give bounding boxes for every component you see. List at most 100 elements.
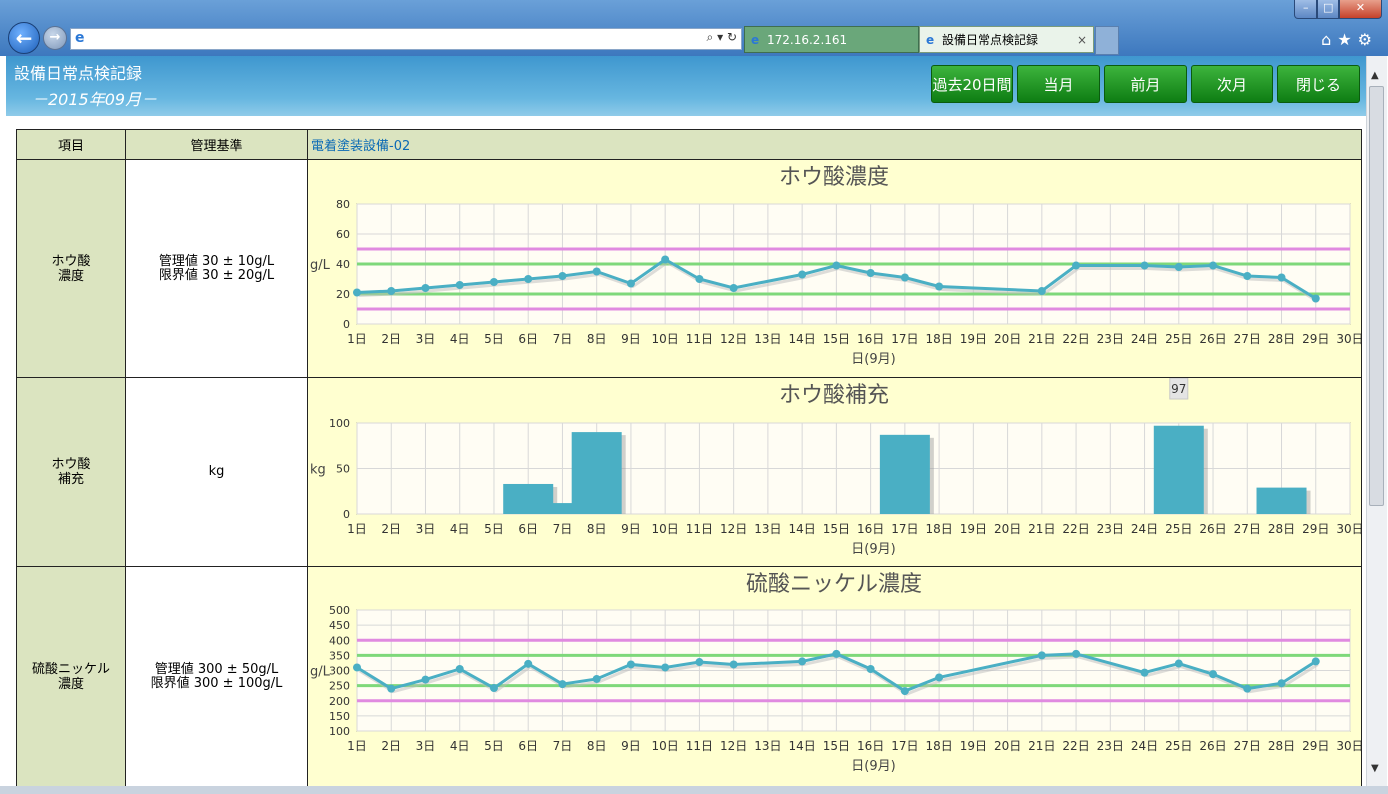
favorites-star-icon[interactable]: ★ — [1337, 30, 1357, 49]
x-tick-label: 6日 — [518, 522, 538, 536]
data-point — [935, 282, 944, 291]
x-axis-label: 日(9月) — [851, 759, 895, 774]
data-point — [935, 673, 944, 682]
x-tick-label: 14日 — [788, 332, 815, 346]
vertical-scrollbar[interactable]: ▲ ▼ — [1366, 56, 1387, 786]
x-axis-label: 日(9月) — [851, 352, 895, 367]
x-tick-label: 11日 — [686, 522, 713, 536]
y-tick-label: 150 — [329, 710, 350, 723]
x-tick-label: 14日 — [788, 739, 815, 753]
x-tick-label: 5日 — [484, 332, 504, 346]
gear-icon[interactable]: ⚙ — [1358, 30, 1378, 49]
data-point — [1209, 670, 1218, 679]
x-tick-label: 30日 — [1336, 522, 1361, 536]
bar — [879, 434, 930, 514]
data-point — [1174, 659, 1183, 668]
data-point — [1243, 272, 1252, 280]
close-tab-icon[interactable]: × — [1077, 27, 1087, 54]
current-month-button[interactable]: 当月 — [1017, 65, 1100, 103]
x-tick-label: 24日 — [1131, 739, 1158, 753]
x-tick-label: 7日 — [553, 332, 573, 346]
x-tick-label: 21日 — [1028, 522, 1055, 536]
home-icon[interactable]: ⌂ — [1321, 30, 1337, 49]
x-tick-label: 9日 — [621, 739, 641, 753]
item-cell: ホウ酸 濃度 — [16, 159, 126, 378]
x-tick-label: 29日 — [1302, 739, 1329, 753]
standard-cell: 管理値 30 ± 10g/L 限界値 30 ± 20g/L — [125, 159, 308, 378]
x-tick-label: 9日 — [621, 522, 641, 536]
data-point — [729, 660, 738, 669]
minimize-button[interactable]: – — [1294, 0, 1318, 19]
x-tick-label: 14日 — [788, 522, 815, 536]
standard-cell: 管理値 300 ± 50g/L 限界値 300 ± 100g/L — [125, 566, 308, 787]
x-tick-label: 12日 — [720, 522, 747, 536]
x-tick-label: 1日 — [347, 522, 367, 536]
x-tick-label: 30日 — [1336, 332, 1361, 346]
x-tick-label: 8日 — [587, 739, 607, 753]
maximize-button[interactable]: □ — [1317, 0, 1339, 19]
data-point — [387, 684, 396, 693]
arrow-left-icon: ← — [15, 26, 33, 50]
data-point — [1072, 261, 1081, 270]
back-button[interactable]: ← — [8, 22, 40, 54]
x-tick-label: 25日 — [1165, 332, 1192, 346]
x-tick-label: 6日 — [518, 332, 538, 346]
x-tick-label: 27日 — [1234, 522, 1261, 536]
address-bar[interactable]: e ⌕ ▾ ↻ — [70, 28, 742, 50]
past-20-days-button[interactable]: 過去20日間 — [931, 65, 1013, 103]
x-tick-label: 13日 — [754, 522, 781, 536]
tab-active[interactable]: e 設備日常点検記録 × — [919, 26, 1094, 53]
x-tick-label: 12日 — [720, 332, 747, 346]
data-point — [1140, 261, 1149, 270]
x-tick-label: 3日 — [416, 332, 436, 346]
next-month-button[interactable]: 次月 — [1191, 65, 1273, 103]
forward-button[interactable]: → — [43, 26, 67, 50]
dropdown-icon[interactable]: ▾ — [717, 30, 723, 44]
x-tick-label: 24日 — [1131, 332, 1158, 346]
x-tick-label: 17日 — [891, 522, 918, 536]
previous-month-button[interactable]: 前月 — [1104, 65, 1187, 103]
x-axis-label: 日(9月) — [851, 542, 895, 557]
data-point — [626, 660, 635, 669]
x-tick-label: 23日 — [1097, 522, 1124, 536]
data-point — [695, 275, 704, 283]
data-point — [900, 687, 909, 696]
table-header-row: 項目 管理基準 電着塗装設備-02 — [16, 129, 1362, 160]
scroll-down-icon[interactable]: ▼ — [1371, 763, 1379, 774]
scrollbar-thumb[interactable] — [1369, 86, 1384, 506]
item-cell: 硫酸ニッケル 濃度 — [16, 566, 126, 787]
refresh-icon[interactable]: ↻ — [727, 30, 737, 44]
y-tick-label: 0 — [343, 508, 350, 521]
close-window-button[interactable]: ✕ — [1339, 0, 1382, 19]
boric-acid-replenish-chart: ホウ酸補充 1日 2日 3日 4日 5日 6日 7日 8日 9日 10日 11日 12日 13日 14日 15… — [310, 378, 1361, 557]
data-point — [558, 680, 567, 689]
tab-label: 172.16.2.161 — [767, 33, 848, 47]
search-icon[interactable]: ⌕ — [707, 30, 714, 44]
data-point — [592, 267, 601, 276]
data-point — [558, 272, 567, 280]
x-tick-label: 19日 — [960, 739, 987, 753]
y-tick-label: 450 — [329, 619, 350, 632]
x-tick-label: 20日 — [994, 739, 1021, 753]
x-tick-label: 30日 — [1336, 739, 1361, 753]
y-tick-label: 0 — [343, 318, 350, 331]
arrow-right-icon: → — [49, 30, 61, 45]
browser-tools: ⌂★⚙ — [1321, 30, 1378, 49]
x-tick-label: 25日 — [1165, 739, 1192, 753]
item-name: ホウ酸 — [51, 253, 91, 269]
x-tick-label: 12日 — [720, 739, 747, 753]
scroll-up-icon[interactable]: ▲ — [1371, 70, 1379, 81]
y-tick-label: 60 — [336, 228, 350, 241]
new-tab-button[interactable] — [1095, 26, 1119, 55]
x-tick-label: 28日 — [1268, 332, 1295, 346]
y-tick-label: 50 — [336, 463, 350, 476]
close-button[interactable]: 閉じる — [1277, 65, 1360, 103]
data-point — [729, 284, 738, 292]
column-header-item: 項目 — [16, 129, 126, 160]
address-tools: ⌕ ▾ ↻ — [707, 30, 737, 45]
data-point — [1277, 679, 1286, 688]
tab-ip[interactable]: e 172.16.2.161 — [744, 26, 919, 53]
table-row: ホウ酸 補充 kg ホウ酸補充 1日 2日 3日 4日 5日 6日 7日 8日 9日 10日 11日 12… — [16, 377, 1362, 567]
x-tick-label: 24日 — [1131, 522, 1158, 536]
data-point — [866, 269, 875, 277]
